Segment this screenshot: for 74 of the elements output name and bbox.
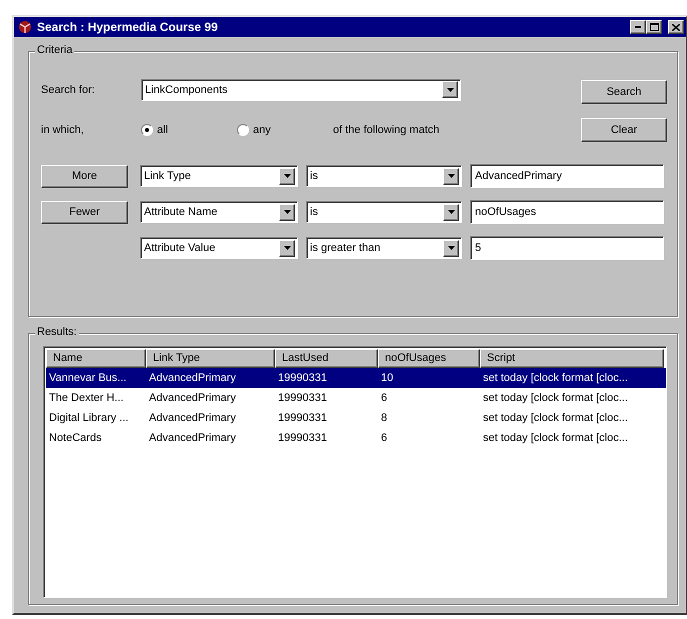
attribute-dropdown[interactable]: Link Type — [140, 165, 298, 187]
minimize-button[interactable] — [630, 20, 646, 34]
table-cell-text: 19990331 — [277, 392, 328, 404]
value-field[interactable]: 5 — [470, 236, 664, 260]
caret-icon — [284, 210, 290, 214]
table-cell-text: 8 — [380, 412, 388, 424]
table-cell-text: AdvancedPrimary — [148, 412, 237, 424]
minimize-icon — [635, 26, 641, 28]
dropdown-button[interactable] — [442, 81, 458, 98]
caret-icon — [446, 88, 454, 92]
table-cell-text: AdvancedPrimary — [148, 372, 237, 384]
column-header[interactable]: Link Type — [146, 349, 275, 368]
app-icon — [17, 19, 33, 35]
result-row[interactable]: The Dexter H... AdvancedPrimary 19990331 6 set today [clock format [cloc... — [46, 388, 666, 408]
caret-icon — [448, 210, 454, 214]
attribute-dropdown[interactable]: Attribute Value — [140, 237, 298, 259]
table-cell-text: Digital Library ... — [48, 412, 130, 424]
clear-button[interactable]: Clear — [581, 118, 667, 142]
dropdown-button[interactable] — [279, 240, 295, 256]
table-cell-text: 19990331 — [277, 412, 328, 424]
table-cell-text: 19990331 — [277, 372, 328, 384]
close-button[interactable] — [668, 20, 684, 34]
table-cell-text: 10 — [380, 372, 394, 384]
table-cell-text: set today [clock format [cloc... — [482, 432, 629, 444]
dropdown-button[interactable] — [443, 240, 459, 256]
caret-icon — [284, 246, 290, 250]
dropdown-button[interactable] — [443, 204, 459, 220]
dropdown-button[interactable] — [279, 204, 295, 220]
search-for-dropdown[interactable]: LinkComponents — [141, 78, 461, 100]
column-header[interactable]: noOfUsages — [378, 349, 480, 368]
window-title: Search : Hypermedia Course 99 — [37, 20, 219, 34]
field-label: in which, — [41, 124, 85, 136]
dropdown-button[interactable] — [443, 168, 459, 184]
radio-label: all — [157, 124, 168, 136]
column-header[interactable]: Script — [480, 349, 664, 368]
operator-dropdown[interactable]: is greater than — [306, 237, 462, 259]
table-cell-text: 6 — [380, 392, 388, 404]
result-row[interactable]: Digital Library ... AdvancedPrimary 19990331 8 set today [clock format [cloc... — [46, 408, 666, 428]
attribute-dropdown[interactable]: Attribute Name — [140, 201, 298, 223]
maximize-icon — [650, 23, 658, 31]
result-row[interactable]: Vannevar Bus... AdvancedPrimary 19990331 10 set today [clock format [cloc... — [46, 368, 666, 388]
table-cell-text: AdvancedPrimary — [148, 432, 237, 444]
value-field[interactable]: noOfUsages — [470, 200, 664, 224]
operator-dropdown[interactable]: is — [306, 165, 462, 187]
table-cell-text: AdvancedPrimary — [148, 392, 237, 404]
more-button[interactable]: More — [41, 164, 128, 188]
column-header[interactable]: Name — [46, 349, 146, 368]
fewer-button[interactable]: Fewer — [41, 200, 128, 224]
result-row[interactable]: NoteCards AdvancedPrimary 19990331 6 set today [clock format [cloc... — [46, 428, 666, 448]
table-cell-text: set today [clock format [cloc... — [482, 372, 629, 384]
table-cell-text: set today [clock format [cloc... — [482, 412, 629, 424]
radio-button[interactable] — [141, 124, 153, 136]
table-cell-text: The Dexter H... — [48, 392, 125, 404]
caret-icon — [448, 246, 454, 250]
search-button[interactable]: Search — [581, 80, 667, 104]
table-cell-text: 19990331 — [277, 432, 328, 444]
table-cell-text: Vannevar Bus... — [48, 372, 128, 384]
group-label: Results: — [35, 326, 79, 338]
field-label: Search for: — [41, 84, 96, 96]
table-cell-text: NoteCards — [48, 432, 103, 444]
radio-label: any — [253, 124, 271, 136]
match-label: of the following match — [333, 124, 440, 136]
radio-button[interactable] — [237, 124, 249, 136]
table-cell-text: 6 — [380, 432, 388, 444]
value-field[interactable]: AdvancedPrimary — [470, 164, 664, 188]
operator-dropdown[interactable]: is — [306, 201, 462, 223]
group-label: Criteria — [35, 44, 74, 56]
caret-icon — [448, 174, 454, 178]
column-header[interactable]: LastUsed — [275, 349, 378, 368]
maximize-button[interactable] — [646, 20, 662, 34]
table-cell-text: set today [clock format [cloc... — [482, 392, 629, 404]
caret-icon — [284, 174, 290, 178]
close-icon — [672, 24, 680, 30]
dropdown-button[interactable] — [279, 168, 295, 184]
